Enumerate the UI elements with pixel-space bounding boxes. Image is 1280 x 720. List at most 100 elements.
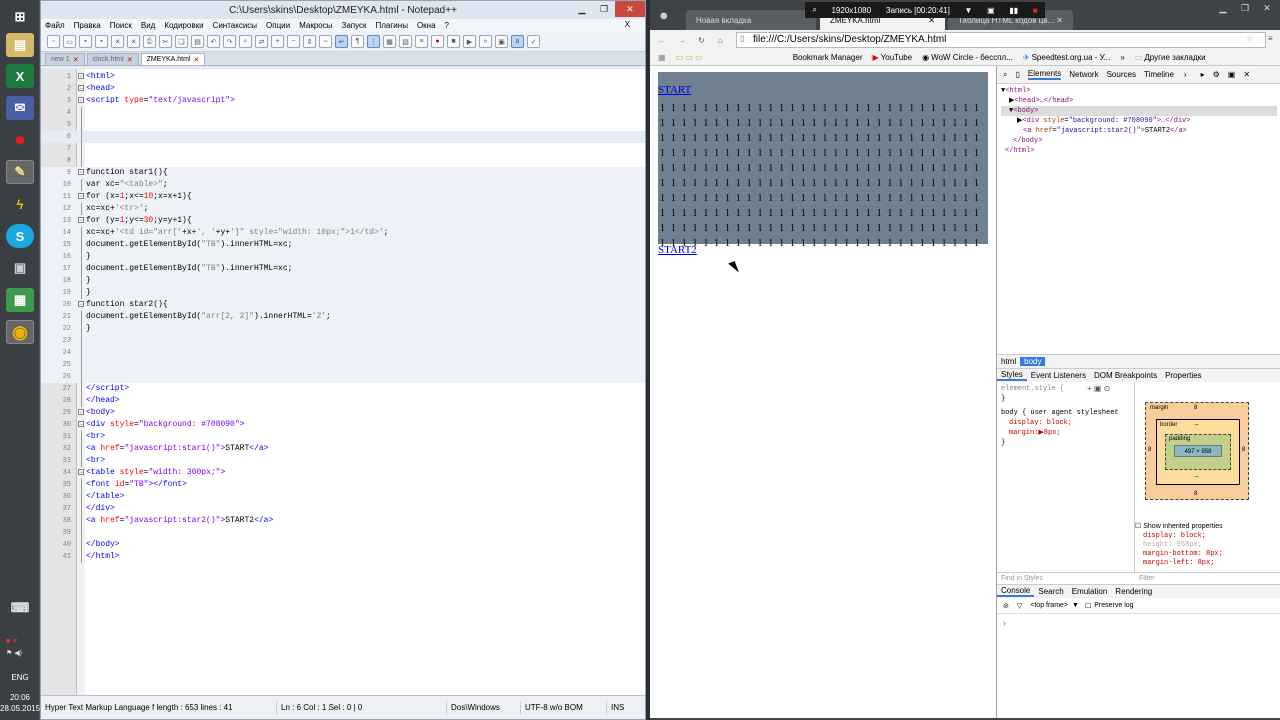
bookmark-folders-icon[interactable]: ▭ ▭ ▭ (676, 53, 703, 62)
skype-icon[interactable]: S (6, 224, 34, 248)
menu-encoding[interactable]: Кодировки (164, 21, 203, 30)
close-icon[interactable]: ✕ (1256, 0, 1278, 16)
body-rule-margin[interactable]: margin:▶8px; (1001, 428, 1130, 438)
fold-toggle-icon[interactable]: − (78, 85, 84, 92)
clear-console-icon[interactable]: ⊘ (1003, 602, 1009, 610)
code-line[interactable]: 12 xc=xc+'<tr>'; (41, 203, 645, 215)
zoom-in-icon[interactable]: + (271, 35, 284, 48)
code-line[interactable]: 14 xc=xc+'<td id="arr['+x+', '+y+']" styl… (41, 227, 645, 239)
more-tabs-icon[interactable]: › (1184, 70, 1187, 79)
fold-toggle-icon[interactable]: − (78, 421, 84, 428)
start2-link[interactable]: START2 (658, 244, 697, 256)
code-line[interactable]: 24 (41, 347, 645, 359)
udl-icon[interactable]: ▦ (383, 35, 396, 48)
tab-elements[interactable]: Elements (1027, 69, 1062, 80)
recorder-zoom-icon[interactable]: ⌕ (812, 5, 816, 15)
code-line[interactable]: 35 <font id="TB"></font> (41, 479, 645, 491)
tab-close-icon[interactable]: ✕ (1056, 16, 1063, 25)
sync-v-icon[interactable]: ⇕ (303, 35, 316, 48)
tab-close-icon[interactable]: ✕ (194, 56, 200, 64)
apps-icon[interactable]: ▦ (658, 53, 666, 62)
dom-body[interactable]: ▼<body> (1001, 106, 1277, 116)
code-line[interactable]: 16} (41, 251, 645, 263)
code-line[interactable]: 5 (41, 119, 645, 131)
code-line[interactable]: 37 </div> (41, 503, 645, 515)
code-line[interactable]: 21 document.getElementById("arr[2, 2]").i… (41, 311, 645, 323)
chrome-menu-icon[interactable]: ≡ (1268, 34, 1273, 43)
folder-icon[interactable]: ▤ (6, 33, 34, 57)
code-line[interactable]: 27 </script> (41, 383, 645, 395)
record-macro-icon[interactable]: ● (431, 35, 444, 48)
bookmark-wow[interactable]: WoW Circle - бесспл... (931, 53, 1013, 62)
chrome-tab-new[interactable]: Новая вкладка (686, 10, 816, 30)
devtools-close-icon[interactable]: ✕ (1243, 70, 1250, 79)
code-line[interactable]: 29− <body> (41, 407, 645, 419)
console-drawer-icon[interactable]: ▸ (1201, 70, 1205, 79)
tab-properties[interactable]: Properties (1161, 371, 1205, 380)
dom-head[interactable]: ▶<head>…</head> (1001, 96, 1277, 106)
minimize-icon[interactable]: ▁ (1212, 0, 1234, 16)
crumb-html[interactable]: html (997, 357, 1020, 366)
tab-event-listeners[interactable]: Event Listeners (1027, 371, 1090, 380)
code-line[interactable]: 23 (41, 335, 645, 347)
tab-search[interactable]: Search (1034, 587, 1067, 596)
code-line[interactable]: 34− <table style="width: 300px;"> (41, 467, 645, 479)
tab-close-icon[interactable]: ✕ (73, 56, 79, 64)
code-line[interactable]: 9− function star1(){ (41, 167, 645, 179)
code-line[interactable]: 19} (41, 287, 645, 299)
tab-timeline[interactable]: Timeline (1144, 70, 1174, 79)
tab-clock[interactable]: clock.html ✕ (86, 53, 139, 65)
bookmark-speedtest[interactable]: Speedtest.org.ua - У... (1032, 53, 1111, 62)
code-line[interactable]: 33 <br> (41, 455, 645, 467)
clock[interactable]: 20:06 28.05.2015 (0, 692, 40, 714)
code-line[interactable]: 28 </head> (41, 395, 645, 407)
show-inherited[interactable]: ☐ Show inherited properties (1135, 522, 1223, 530)
checkbox-icon[interactable]: ☐ (1135, 523, 1141, 530)
undo-icon[interactable]: ↶ (207, 35, 220, 48)
filter-icon[interactable]: ▽ (1017, 602, 1022, 610)
code-editor[interactable]: 1− <html> 2− <head> 3− <script type="text/jav… (41, 69, 645, 697)
show-all-chars-icon[interactable]: ¶ (351, 35, 364, 48)
inspect-icon[interactable]: ⌕ (1003, 70, 1007, 80)
menu-search[interactable]: Поиск (110, 21, 132, 30)
code-line[interactable]: 25 (41, 359, 645, 371)
code-line[interactable]: 26 (41, 371, 645, 383)
address-bar[interactable]: file:///C:/Users/skins/Desktop/ZMEYKA.ht… (736, 32, 1266, 48)
outlook-icon[interactable]: ✉ (6, 96, 34, 120)
code-line[interactable]: 15 document.getElementById("TB").innerHTM… (41, 239, 645, 251)
chrome-icon[interactable]: ◉ (6, 320, 34, 344)
code-line[interactable]: 18} (41, 275, 645, 287)
winamp-icon[interactable]: ϟ (6, 192, 34, 216)
tray-error-icon[interactable]: ■ ✕ (6, 637, 36, 645)
play-macro-icon[interactable]: ▶ (463, 35, 476, 48)
fold-toggle-icon[interactable]: − (78, 169, 84, 176)
recorder-stop-icon[interactable]: ■ (1033, 6, 1038, 15)
spellcheck-icon[interactable]: a (511, 35, 524, 48)
new-file-icon[interactable]: ▫ (47, 35, 60, 48)
replace-icon[interactable]: ⇄ (255, 35, 268, 48)
code-line[interactable]: 11− for (x=1;x<=10;x=x+1){ (41, 191, 645, 203)
back-icon[interactable]: ← (658, 36, 666, 45)
fold-toggle-icon[interactable]: − (78, 73, 84, 80)
code-line[interactable]: 10 var xc="<table>"; (41, 179, 645, 191)
code-line[interactable]: 38 <a href="javascript:star2()">START2</a… (41, 515, 645, 527)
tray-volume-icon[interactable]: ⚑ ◀) (6, 649, 36, 657)
redo-icon[interactable]: ↷ (223, 35, 236, 48)
word-wrap-icon[interactable]: ↵ (335, 35, 348, 48)
tab-dom-breakpoints[interactable]: DOM Breakpoints (1090, 371, 1161, 380)
code-line[interactable]: 36 </table> (41, 491, 645, 503)
close-icon[interactable]: ✕ (615, 1, 645, 17)
run-macro-icon[interactable]: » (479, 35, 492, 48)
settings-gear-icon[interactable]: ⚙ (1213, 70, 1220, 79)
code-line[interactable]: 22} (41, 323, 645, 335)
menu-file[interactable]: Файл (45, 21, 65, 30)
menu-plugins[interactable]: Плагины (376, 21, 408, 30)
bookmark-youtube[interactable]: YouTube (881, 53, 912, 62)
code-line[interactable]: 30− <div style="background: #708090"> (41, 419, 645, 431)
fold-toggle-icon[interactable]: − (78, 97, 84, 104)
minimize-icon[interactable]: ▁ (571, 1, 593, 17)
doc-map-icon[interactable]: ▧ (399, 35, 412, 48)
frame-selector[interactable]: <top frame> (1030, 602, 1068, 609)
tab-sources[interactable]: Sources (1107, 70, 1136, 79)
code-line[interactable]: 2− <head> (41, 83, 645, 95)
